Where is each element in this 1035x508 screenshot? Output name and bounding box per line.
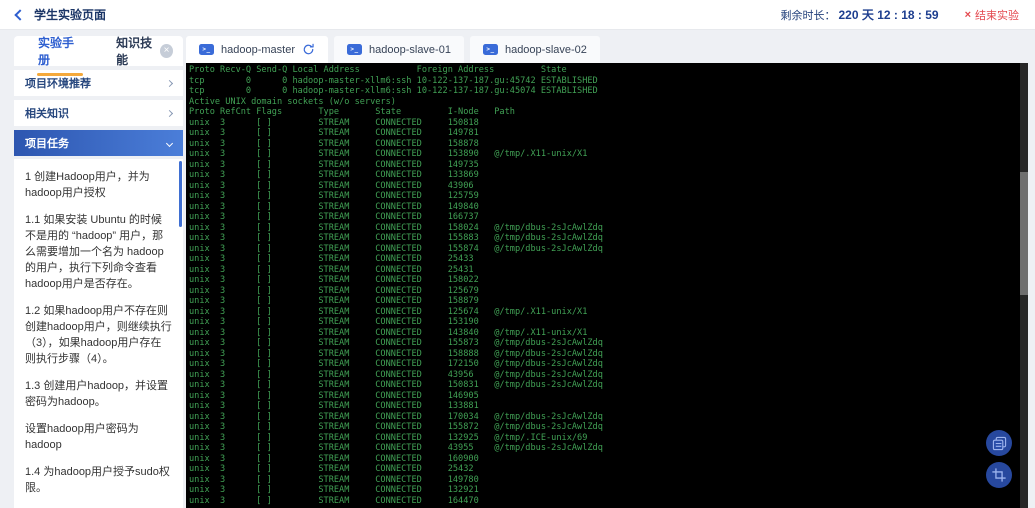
refresh-icon[interactable]: [302, 43, 315, 56]
end-experiment-button[interactable]: × 结束实验: [965, 7, 1019, 23]
tab-experiment-manual[interactable]: 实验手册: [38, 34, 82, 68]
task-paragraph: 1.3 创建用户hadoop，并设置密码为hadoop。: [25, 378, 172, 410]
terminal-tab-label: hadoop-slave-02: [505, 44, 587, 56]
chevron-right-icon: [166, 109, 173, 116]
terminal-tab-hadoop-slave-01[interactable]: >_ hadoop-slave-01: [334, 36, 464, 63]
remaining-time-value: 220 天 12 : 18 : 59: [839, 6, 939, 23]
terminal-output-text: Proto Recv-Q Send-Q Local Address Foreig…: [186, 63, 1028, 506]
task-paragraph: 1 创建Hadoop用户，并为hadoop用户授权: [25, 169, 172, 201]
task-paragraph: 1.4 为hadoop用户授予sudo权限。: [25, 464, 172, 496]
terminal-icon: >_: [483, 44, 498, 55]
crop-icon: [992, 468, 1006, 482]
chevron-right-icon: [166, 79, 173, 86]
section-label: 项目环境推荐: [25, 75, 91, 91]
screenshot-crop-button[interactable]: [986, 462, 1012, 488]
terminal-tab-label: hadoop-master: [221, 44, 295, 56]
tab-knowledge-skills[interactable]: 知识技能: [116, 34, 160, 68]
terminal-tab-hadoop-master[interactable]: >_ hadoop-master: [186, 36, 328, 63]
end-experiment-label: 结束实验: [975, 7, 1019, 23]
sidebar: 实验手册 知识技能 × 项目环境推荐 相关知识 项目任务 1 创建Hadoop用…: [14, 36, 183, 508]
task-paragraph: 设置hadoop用户密码为 hadoop: [25, 421, 172, 453]
tab-knowledge-skills-label: 知识技能: [116, 36, 152, 67]
terminal-scrollbar-track[interactable]: [1020, 63, 1028, 508]
sidebar-tab-bar: 实验手册 知识技能 ×: [14, 36, 183, 66]
end-experiment-x-icon: ×: [965, 9, 971, 21]
terminal-tab-label: hadoop-slave-01: [369, 44, 451, 56]
sidebar-item-project-tasks[interactable]: 项目任务: [14, 130, 183, 156]
terminal-output-panel[interactable]: Proto Recv-Q Send-Q Local Address Foreig…: [186, 63, 1028, 508]
sidebar-item-related-knowledge[interactable]: 相关知识: [14, 100, 183, 126]
close-icon[interactable]: ×: [160, 44, 173, 58]
section-label: 项目任务: [25, 135, 69, 151]
clipboard-copy-icon: [992, 436, 1007, 451]
task-paragraph: 1.1 如果安装 Ubuntu 的时候不是用的 “hadoop” 用户，那么需要…: [25, 212, 172, 292]
page-title: 学生实验页面: [34, 6, 106, 23]
sidebar-scrollbar-thumb[interactable]: [179, 161, 182, 227]
header-bar: 学生实验页面 剩余时长： 220 天 12 : 18 : 59 × 结束实验: [0, 0, 1035, 30]
terminal-scrollbar-thumb[interactable]: [1020, 172, 1028, 295]
back-icon[interactable]: [14, 9, 25, 20]
chevron-down-icon: [166, 139, 173, 146]
section-label: 相关知识: [25, 105, 69, 121]
active-tab-underline: [37, 73, 83, 76]
task-paragraph: 1.2 如果hadoop用户不存在则创建hadoop用户，则继续执行（3），如果…: [25, 303, 172, 367]
terminal-tab-bar: >_ hadoop-master >_ hadoop-slave-01 >_ h…: [186, 36, 600, 63]
terminal-icon: >_: [347, 44, 362, 55]
terminal-tab-hadoop-slave-02[interactable]: >_ hadoop-slave-02: [470, 36, 600, 63]
clipboard-copy-button[interactable]: [986, 430, 1012, 456]
terminal-icon: >_: [199, 44, 214, 55]
tab-experiment-manual-label: 实验手册: [38, 36, 74, 67]
task-instructions-panel[interactable]: 1 创建Hadoop用户，并为hadoop用户授权 1.1 如果安装 Ubunt…: [14, 159, 183, 508]
remaining-time-label: 剩余时长：: [781, 7, 836, 23]
